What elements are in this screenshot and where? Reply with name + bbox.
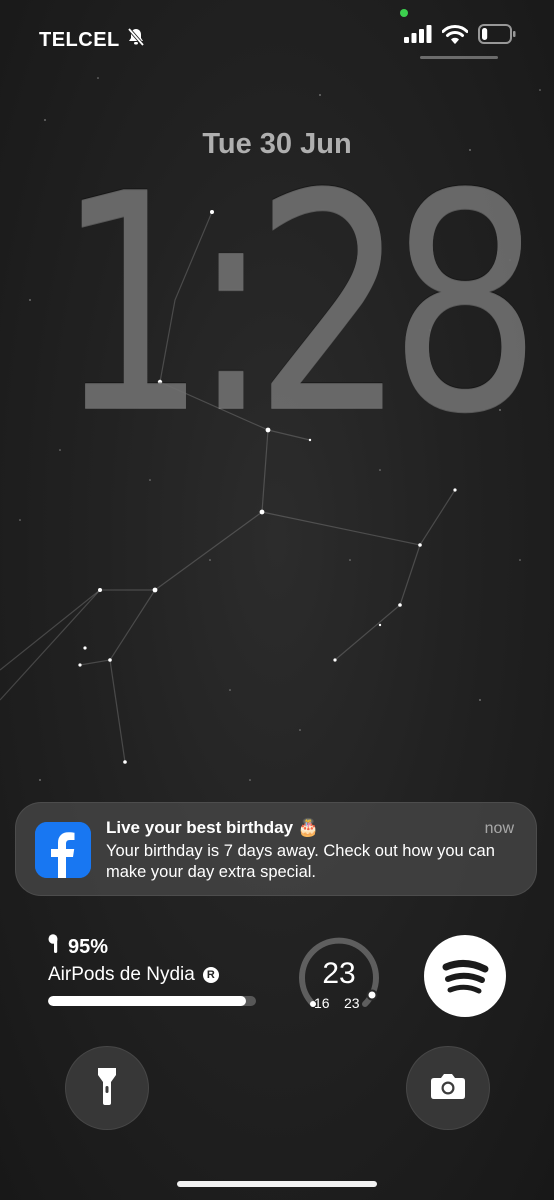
- battery-icon: [478, 24, 516, 49]
- notification-body: Your birthday is 7 days away. Check out …: [106, 842, 495, 881]
- temperature-current: 23: [322, 957, 356, 990]
- wifi-icon: [441, 24, 469, 49]
- status-bar-underline: [420, 56, 498, 59]
- carrier-name: TELCEL: [39, 28, 120, 51]
- status-bar-right: [404, 24, 516, 49]
- home-indicator[interactable]: [177, 1181, 377, 1187]
- airpods-name-row: AirPods de Nydia R: [48, 964, 258, 986]
- status-bar-left: TELCEL: [39, 27, 146, 53]
- airpods-battery-text: 95%: [68, 935, 109, 958]
- airpods-battery-bar: [48, 996, 256, 1006]
- notification-title: Live your best birthday 🎂: [106, 818, 319, 837]
- cellular-signal-icon: [404, 25, 432, 48]
- airpods-battery-row: 95%: [48, 934, 258, 960]
- facebook-icon: [35, 822, 91, 878]
- camera-button[interactable]: [406, 1046, 490, 1130]
- temperature-high: 23: [344, 995, 360, 1011]
- airpods-battery-fill: [48, 996, 246, 1006]
- lock-screen: TELCEL Tue 30 Jun 1:28 Live your best bi…: [0, 0, 554, 1200]
- bell-slash-icon: [126, 27, 146, 53]
- notification-time: now: [484, 820, 514, 837]
- lock-clock: 1:28: [55, 130, 541, 479]
- airpods-icon: [48, 934, 60, 960]
- flashlight-button[interactable]: [65, 1046, 149, 1130]
- airpods-device-name: AirPods de Nydia: [48, 964, 195, 985]
- privacy-indicator-dot: [400, 9, 408, 17]
- airpods-battery-widget[interactable]: 95% AirPods de Nydia R: [48, 934, 258, 1006]
- notification-card[interactable]: Live your best birthday 🎂 now Your birth…: [15, 802, 537, 896]
- spotify-icon: [442, 960, 489, 994]
- temperature-low: 16: [314, 995, 330, 1011]
- registered-mark: R: [202, 967, 219, 983]
- flashlight-icon: [96, 1066, 118, 1111]
- camera-icon: [430, 1072, 466, 1105]
- spotify-widget[interactable]: [424, 935, 506, 1017]
- temperature-gauge-widget[interactable]: 23 16 23: [296, 933, 382, 1019]
